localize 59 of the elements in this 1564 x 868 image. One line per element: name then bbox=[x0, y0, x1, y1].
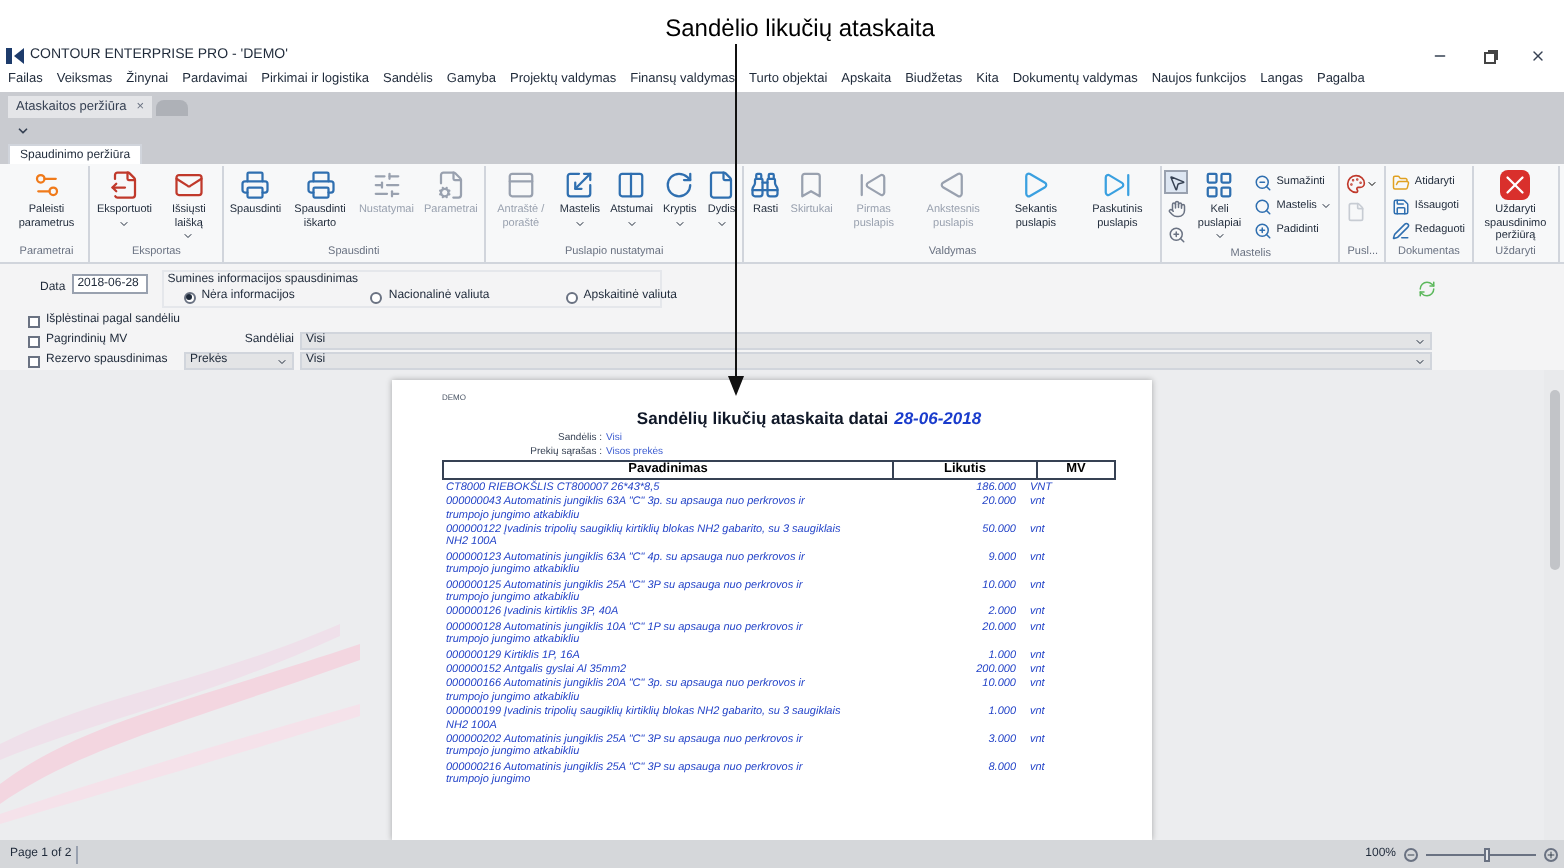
app-logo-icon bbox=[6, 48, 26, 64]
caret-icon bbox=[625, 217, 638, 229]
radio-button[interactable] bbox=[370, 291, 383, 303]
close-icon bbox=[1500, 170, 1531, 200]
save-icon bbox=[1392, 197, 1411, 215]
edit-icon bbox=[1392, 221, 1411, 239]
pages-grid-icon bbox=[1204, 170, 1235, 200]
caret-icon bbox=[573, 217, 586, 229]
report-title: Sandėlių likučių ataskaita datai bbox=[636, 406, 889, 432]
tool-button[interactable] bbox=[1164, 222, 1189, 246]
caret-icon bbox=[1366, 178, 1379, 190]
caret-icon bbox=[673, 217, 686, 229]
hand-icon bbox=[1167, 199, 1186, 217]
zoom-icon bbox=[1254, 197, 1273, 215]
quick-access-icon[interactable] bbox=[16, 124, 30, 138]
last-page-icon bbox=[1102, 170, 1133, 200]
scale-icon bbox=[564, 170, 595, 200]
page-gear-icon bbox=[435, 170, 466, 200]
previous-icon bbox=[938, 170, 969, 200]
radio-button[interactable] bbox=[565, 291, 578, 303]
export-icon bbox=[109, 170, 140, 200]
zoom-icon bbox=[1167, 225, 1186, 243]
page-icon bbox=[1346, 202, 1367, 222]
sliders-icon bbox=[371, 170, 402, 200]
printer-icon bbox=[305, 170, 336, 200]
palette-icon bbox=[1346, 174, 1367, 194]
caret-icon bbox=[182, 230, 195, 242]
checkbox[interactable] bbox=[28, 355, 40, 367]
binoculars-icon bbox=[750, 170, 781, 200]
first-page-icon bbox=[858, 170, 889, 200]
printer-icon bbox=[240, 170, 271, 200]
zoom-out-icon[interactable] bbox=[1404, 847, 1418, 861]
bookmark-icon bbox=[796, 170, 827, 200]
slider-thumb[interactable] bbox=[1484, 847, 1491, 861]
checkbox[interactable] bbox=[28, 335, 40, 347]
caret-icon bbox=[715, 217, 728, 229]
checkbox[interactable] bbox=[28, 315, 40, 327]
zoom-out-icon bbox=[1254, 173, 1273, 191]
zoom-in-icon[interactable] bbox=[1544, 847, 1558, 861]
folder-icon bbox=[1392, 173, 1411, 191]
caret-icon bbox=[1213, 230, 1226, 242]
margins-icon bbox=[616, 170, 647, 200]
zoom-in-icon bbox=[1254, 221, 1273, 239]
annotation-caption: Sandėlio likučių ataskaita bbox=[665, 12, 935, 44]
report-date: 28-06-2018 bbox=[894, 406, 982, 432]
caret-icon bbox=[1320, 200, 1333, 212]
next-icon bbox=[1020, 170, 1051, 200]
radio-button[interactable] bbox=[183, 291, 196, 303]
tool-button[interactable] bbox=[1164, 170, 1189, 194]
caret-icon bbox=[118, 217, 131, 229]
rotate-icon bbox=[664, 170, 695, 200]
restore-icon[interactable] bbox=[1484, 49, 1498, 63]
pointer-icon bbox=[1167, 173, 1186, 191]
page-icon bbox=[706, 170, 737, 200]
caret-icon bbox=[276, 355, 288, 367]
header-footer-icon bbox=[505, 170, 536, 200]
tool-button[interactable] bbox=[1164, 196, 1189, 220]
close-icon[interactable] bbox=[1530, 48, 1546, 64]
mail-icon bbox=[173, 170, 204, 200]
